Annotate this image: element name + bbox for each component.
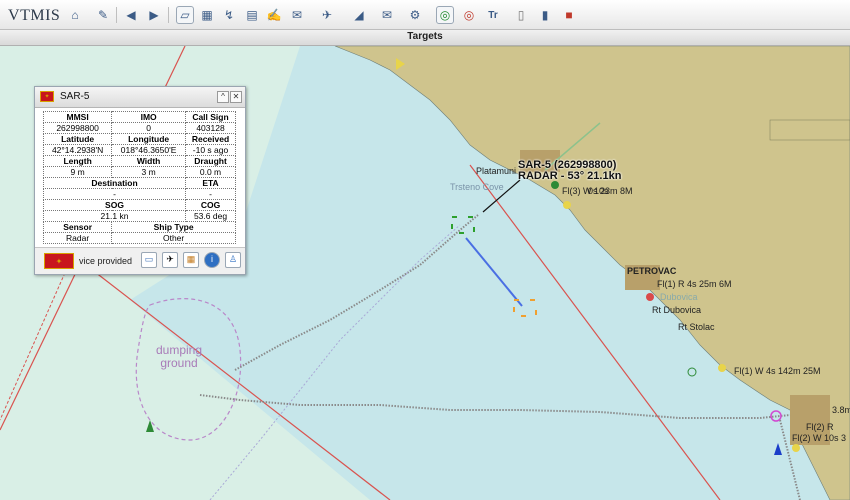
minimize-button[interactable]: ^ <box>217 91 229 103</box>
target-info-table: MMSI IMO Call Sign 262998800 0 403128 Latitu… <box>42 111 236 244</box>
place-label: Rt Dubovica <box>652 305 702 315</box>
width-label: Width <box>111 155 186 167</box>
arrow-left-icon[interactable]: ◀ <box>122 6 140 24</box>
sog-value: 21.1 kn <box>43 210 186 222</box>
report-icon[interactable]: ▤ <box>243 6 261 24</box>
light-label: Fl(2) R <box>806 422 834 432</box>
dumping-ground-label: dumping ground <box>156 343 203 370</box>
message-icon[interactable]: ✉ <box>378 6 396 24</box>
mmsi-label: MMSI <box>42 111 113 123</box>
light-label: Fl(1) R 4s 25m 6M <box>657 279 732 289</box>
buoy-icon <box>646 293 654 301</box>
shiptype-label: Ship Type <box>111 221 236 233</box>
buoy-icon <box>792 444 800 452</box>
shiptype-value: Other <box>111 232 236 244</box>
latitude-label: Latitude <box>42 133 113 145</box>
received-value: -10 s ago <box>185 144 236 156</box>
received-label: Received <box>185 133 236 145</box>
town-label: PETROVAC <box>627 266 677 276</box>
text-icon[interactable]: Tr <box>484 6 502 24</box>
home-icon[interactable]: ⌂ <box>66 6 84 24</box>
edit-icon[interactable]: ✍ <box>265 6 283 24</box>
filter-icon[interactable]: ◢ <box>350 6 368 24</box>
destination-value: - <box>43 188 186 200</box>
info-icon[interactable]: i <box>204 252 220 268</box>
target-info-panel[interactable]: ✦ SAR-5 ^ ✕ MMSI IMO Call Sign 262998800 0 4… <box>34 86 246 275</box>
light-label: 0s 23m 8M <box>588 186 633 196</box>
panel-header[interactable]: ✦ SAR-5 ^ ✕ <box>35 87 245 108</box>
place-label: Platamuni <box>476 166 517 176</box>
main-toolbar: VTMIS ⌂ ✎ ◀ ▶ ▱ ▦ ↯ ▤ ✍ ✉ ✈ ◢ ✉ ⚙ ◎ ◎ Tr… <box>0 0 850 30</box>
sensor-label: Sensor <box>42 221 113 233</box>
callsign-label: Call Sign <box>185 111 236 123</box>
satellite-icon[interactable]: ✈ <box>318 6 336 24</box>
draught-value: 0.0 m <box>185 166 236 178</box>
map-icon[interactable]: ▦ <box>198 6 216 24</box>
close-button[interactable]: ✕ <box>230 91 242 103</box>
callsign-value: 403128 <box>185 122 236 134</box>
place-label: Trsteno Cove <box>450 182 504 192</box>
longitude-label: Longitude <box>111 133 186 145</box>
document-icon[interactable]: ▯ <box>512 6 530 24</box>
buoy-icon <box>563 201 571 209</box>
route-icon[interactable]: ↯ <box>220 6 238 24</box>
sog-label: SOG <box>43 199 186 211</box>
cog-value: 53.6 deg <box>185 210 236 222</box>
sensor-value: Radar <box>42 232 113 244</box>
mmsi-value: 262998800 <box>42 122 113 134</box>
latitude-value: 42°14.2938'N <box>42 144 113 156</box>
wrench-icon[interactable]: ✎ <box>94 6 112 24</box>
panel-title: SAR-5 <box>60 91 90 102</box>
place-label: Rt Stolac <box>678 322 715 332</box>
imo-label: IMO <box>111 111 186 123</box>
flag-icon[interactable]: ■ <box>560 6 578 24</box>
radar-on-icon[interactable]: ◎ <box>436 6 454 24</box>
lock-icon[interactable]: ♙ <box>225 252 241 268</box>
light-label: Fl(2) W 10s 3 <box>792 433 847 443</box>
buoy-icon <box>551 181 559 189</box>
target-label[interactable]: SAR-5 (262998800) RADAR - 53° 21.1kn <box>518 160 621 182</box>
width-value: 3 m <box>111 166 186 178</box>
light-label: Fl(1) W 4s 142m 25M <box>734 366 821 376</box>
panel-footer: ✦ vice provided b ▭ ✈ ▦ i ♙ <box>35 247 245 274</box>
satellite-icon[interactable]: ✈ <box>162 252 178 268</box>
boundary-line <box>0 249 76 421</box>
light-label: 3.8m <box>832 405 850 415</box>
layers-icon[interactable]: ▱ <box>176 6 194 24</box>
eta-label: ETA <box>185 177 236 189</box>
destination-label: Destination <box>43 177 186 189</box>
flag-icon: ✦ <box>40 91 54 102</box>
flag-icon: ✦ <box>44 253 74 269</box>
book-icon[interactable]: ▮ <box>536 6 554 24</box>
draught-label: Draught <box>185 155 236 167</box>
longitude-value: 018°46.3650'E <box>111 144 186 156</box>
provider-text: vice provided b <box>79 256 135 266</box>
vessel-icon[interactable] <box>146 420 154 432</box>
length-label: Length <box>42 155 113 167</box>
imo-value: 0 <box>111 122 186 134</box>
buoy-icon <box>718 364 726 372</box>
photo-icon[interactable]: ▭ <box>141 252 157 268</box>
gear-icon[interactable]: ⚙ <box>406 6 424 24</box>
eta-value: - <box>185 188 236 200</box>
targets-tab[interactable]: Targets <box>0 30 850 46</box>
length-value: 9 m <box>42 166 113 178</box>
cog-label: COG <box>185 199 236 211</box>
arrow-right-icon[interactable]: ▶ <box>145 6 163 24</box>
mail-icon[interactable]: ✉ <box>288 6 306 24</box>
radar-off-icon[interactable]: ◎ <box>460 6 478 24</box>
place-label: Dubovica <box>660 292 698 302</box>
chart-icon[interactable]: ▦ <box>183 252 199 268</box>
app-logo: VTMIS <box>8 7 61 24</box>
